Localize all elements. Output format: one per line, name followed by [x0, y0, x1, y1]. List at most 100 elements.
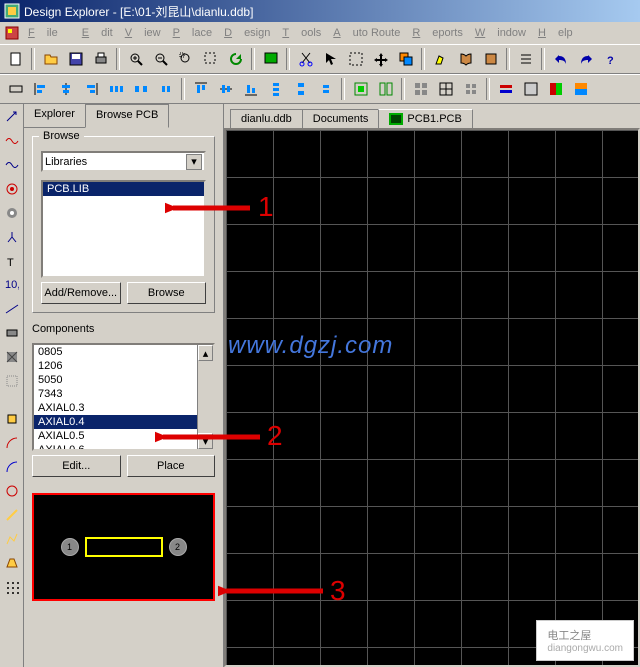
menu-edit[interactable]: Edit: [82, 27, 113, 39]
menu-reports[interactable]: Reports: [412, 27, 463, 39]
marquee-icon[interactable]: [344, 48, 367, 71]
tool-dots-icon[interactable]: [3, 578, 21, 596]
space-h-icon[interactable]: [129, 78, 152, 101]
align-hcenter-icon[interactable]: [54, 78, 77, 101]
zoom-fit-icon[interactable]: [174, 48, 197, 71]
pad-2: 2: [169, 538, 187, 556]
doc-tab-pcb1[interactable]: PCB1.PCB: [378, 109, 472, 128]
layer4-icon[interactable]: [569, 78, 592, 101]
menu-view[interactable]: View: [125, 27, 161, 39]
align-left-icon[interactable]: [29, 78, 52, 101]
tool-shape-icon[interactable]: [3, 554, 21, 572]
layer1-icon[interactable]: [494, 78, 517, 101]
browse-button[interactable]: Browse: [127, 282, 207, 304]
tool-polyline-icon[interactable]: [3, 530, 21, 548]
component-preview: 1 2: [32, 493, 215, 601]
tool-wave2-icon[interactable]: [3, 156, 21, 174]
tool-rect-icon[interactable]: [3, 324, 21, 342]
pad-1: 1: [61, 538, 79, 556]
grid3-icon[interactable]: [459, 78, 482, 101]
window-title: Design Explorer - [E:\01-刘昆山\dianlu.ddb]: [24, 3, 253, 20]
tool-fill-icon[interactable]: [3, 348, 21, 366]
layer3-icon[interactable]: [544, 78, 567, 101]
align-vcenter-icon[interactable]: [214, 78, 237, 101]
zoom-out-icon[interactable]: [149, 48, 172, 71]
menu-file[interactable]: File: [28, 27, 70, 39]
grid2-icon[interactable]: [434, 78, 457, 101]
tool-line-icon[interactable]: [3, 506, 21, 524]
help-icon[interactable]: ?: [599, 48, 622, 71]
tool-chip-icon[interactable]: [3, 410, 21, 428]
add-remove-button[interactable]: Add/Remove...: [41, 282, 121, 304]
zoom-in-icon[interactable]: [124, 48, 147, 71]
zoom-sel-icon[interactable]: [199, 48, 222, 71]
tool-arc2-icon[interactable]: [3, 458, 21, 476]
align-top-icon[interactable]: [189, 78, 212, 101]
tool-wave-icon[interactable]: [3, 132, 21, 150]
place-button[interactable]: Place: [127, 455, 216, 477]
tab-browse-pcb[interactable]: Browse PCB: [85, 104, 169, 128]
undo-icon[interactable]: [549, 48, 572, 71]
layers-icon[interactable]: [394, 48, 417, 71]
list-item[interactable]: 1206: [34, 359, 213, 373]
menu-place[interactable]: Place: [173, 27, 213, 39]
secondary-toolbar: [0, 74, 640, 104]
tab-explorer[interactable]: Explorer: [24, 104, 85, 128]
menu-help[interactable]: Help: [538, 27, 573, 39]
redo-icon[interactable]: [574, 48, 597, 71]
space-h2-icon[interactable]: [154, 78, 177, 101]
tool-t-icon[interactable]: [3, 228, 21, 246]
print-icon[interactable]: [89, 48, 112, 71]
cut-icon[interactable]: [294, 48, 317, 71]
dist-v-icon[interactable]: [264, 78, 287, 101]
grid-icon[interactable]: [259, 48, 282, 71]
list-item[interactable]: 7343: [34, 387, 213, 401]
refresh-icon[interactable]: [224, 48, 247, 71]
align-bottom-icon[interactable]: [239, 78, 262, 101]
list-item[interactable]: 0805: [34, 345, 213, 359]
room-icon[interactable]: [349, 78, 372, 101]
list-item[interactable]: AXIAL0.3: [34, 401, 213, 415]
new-icon[interactable]: [4, 48, 27, 71]
save-icon[interactable]: [64, 48, 87, 71]
scroll-up-icon[interactable]: ▴: [198, 345, 213, 361]
align-right-icon[interactable]: [79, 78, 102, 101]
dist-h-icon[interactable]: [104, 78, 127, 101]
space-v-icon[interactable]: [289, 78, 312, 101]
tool-dim-icon[interactable]: [3, 300, 21, 318]
browse-group: Browse Libraries ▾ PCB.LIB Add/Remove...…: [32, 136, 215, 313]
tool-circle-icon[interactable]: [3, 482, 21, 500]
layer2-icon[interactable]: [519, 78, 542, 101]
move-icon[interactable]: [369, 48, 392, 71]
grid1-icon[interactable]: [409, 78, 432, 101]
tool-text-icon[interactable]: T: [3, 252, 21, 270]
chevron-down-icon[interactable]: ▾: [186, 154, 202, 170]
edit-button[interactable]: Edit...: [32, 455, 121, 477]
select-icon[interactable]: [319, 48, 342, 71]
tool-arc1-icon[interactable]: [3, 434, 21, 452]
browse-combo[interactable]: Libraries ▾: [41, 151, 206, 172]
menu-autoroute[interactable]: Auto Route: [333, 27, 400, 39]
book2-icon[interactable]: [479, 48, 502, 71]
space-v2-icon[interactable]: [314, 78, 337, 101]
list-item[interactable]: 5050: [34, 373, 213, 387]
tool-poly-icon[interactable]: [3, 372, 21, 390]
menu-design[interactable]: Design: [224, 27, 270, 39]
library-listbox[interactable]: PCB.LIB: [41, 180, 206, 278]
tool-target-icon[interactable]: [3, 180, 21, 198]
menu-tools[interactable]: Tools: [282, 27, 321, 39]
tool-via-icon[interactable]: [3, 204, 21, 222]
book-icon[interactable]: [454, 48, 477, 71]
room2-icon[interactable]: [374, 78, 397, 101]
doc-tab-documents[interactable]: Documents: [302, 109, 380, 128]
library-item[interactable]: PCB.LIB: [43, 182, 204, 196]
menu-window[interactable]: Window: [475, 27, 526, 39]
tree-icon[interactable]: [514, 48, 537, 71]
list-item[interactable]: AXIAL0.4: [34, 415, 213, 429]
tool-coord-icon[interactable]: 10,10: [3, 276, 21, 294]
comp-icon[interactable]: [4, 78, 27, 101]
open-icon[interactable]: [39, 48, 62, 71]
tool-arrow-icon[interactable]: [3, 108, 21, 126]
doc-tab-ddb[interactable]: dianlu.ddb: [230, 109, 303, 128]
highlight-icon[interactable]: [429, 48, 452, 71]
